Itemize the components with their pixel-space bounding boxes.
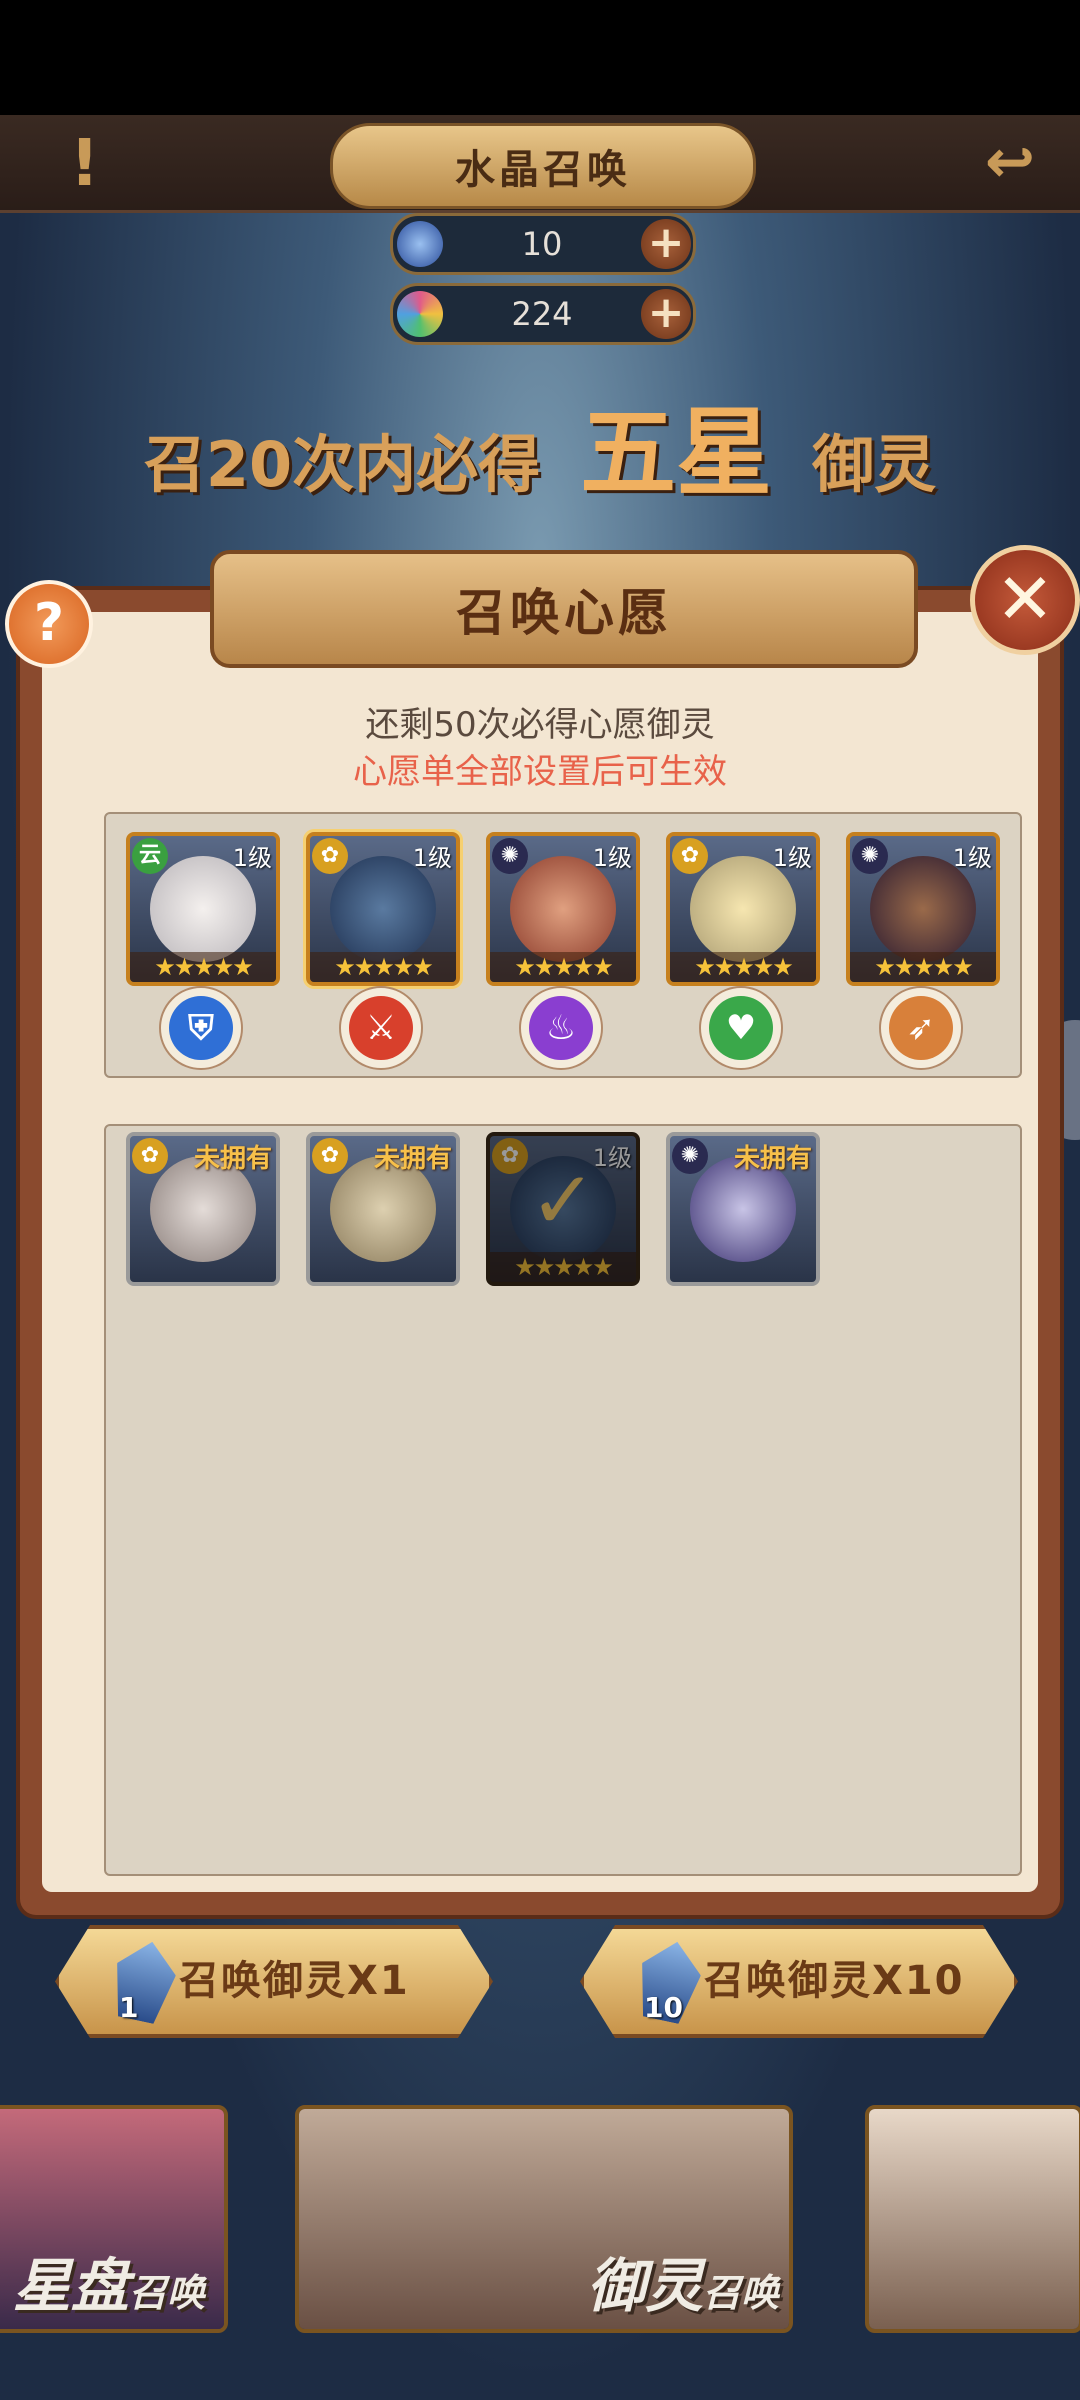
wish-card[interactable]: ✿ 1级 ★★★★★ xyxy=(666,832,820,986)
hint-text: 心愿单全部设置后可生效 xyxy=(353,752,727,792)
pool-card[interactable]: ✿ 未拥有 xyxy=(126,1132,280,1286)
wind-element-icon: 云 xyxy=(132,838,168,874)
star-rating: ★★★★★ xyxy=(850,952,996,982)
currency-rainbow: 224 + xyxy=(390,283,696,345)
star-rating: ★★★★★ xyxy=(310,952,456,982)
bow-class-icon: ➶ xyxy=(879,986,963,1070)
blue-crystal-icon xyxy=(397,221,443,267)
dark-element-icon: ✺ xyxy=(492,838,528,874)
star-rating: ★★★★★ xyxy=(670,952,816,982)
summon-x10-button[interactable]: 10 召唤御灵X10 xyxy=(580,1925,1018,2038)
shield-class-icon: ⛨ xyxy=(159,986,243,1070)
hero-pool: ✿ 未拥有 ✿ 未拥有 ✿ 1级 ✓ ★★★★★ ✺ 未拥有 xyxy=(104,1124,1022,1876)
level-label: 1级 xyxy=(232,844,272,872)
level-label: 1级 xyxy=(412,844,452,872)
class-glyph: ♥ xyxy=(709,996,773,1060)
gold-element-icon: ✿ xyxy=(132,1138,168,1174)
wish-list: 云 1级 ★★★★★ ✿ 1级 ★★★★★ ✺ 1级 ★★★★★ ✿ 1级 ★★… xyxy=(104,812,1022,1078)
cost-count: 10 xyxy=(644,1991,683,2024)
tab-star-summon[interactable]: 星盘召唤 xyxy=(0,2105,228,2333)
title-plate: 水晶召唤 xyxy=(330,123,756,209)
back-arrow-icon[interactable]: ↩ xyxy=(970,125,1050,200)
banner-highlight: 五星 xyxy=(580,397,773,509)
banner-suffix: 御灵 xyxy=(812,428,937,501)
dark-element-icon: ✺ xyxy=(672,1138,708,1174)
wish-card[interactable]: ✿ 1级 ★★★★★ xyxy=(306,832,460,986)
currency-crystal: 10 + xyxy=(390,213,696,275)
summon-x1-button[interactable]: 1 召唤御灵X1 xyxy=(55,1925,493,2038)
pool-card[interactable]: ✿ 1级 ✓ ★★★★★ xyxy=(486,1132,640,1286)
gold-element-icon: ✿ xyxy=(312,1138,348,1174)
level-label: 1级 xyxy=(772,844,812,872)
close-button[interactable]: ✕ xyxy=(970,545,1080,655)
wish-card[interactable]: 云 1级 ★★★★★ xyxy=(126,832,280,986)
wish-card[interactable]: ✺ 1级 ★★★★★ xyxy=(846,832,1000,986)
dialog-title-plate: 召唤心愿 xyxy=(210,550,918,668)
tab-other-summon[interactable] xyxy=(865,2105,1080,2333)
exclamation-icon[interactable]: ! xyxy=(70,127,99,201)
dark-element-icon: ✺ xyxy=(852,838,888,874)
sword-class-icon: ⚔ xyxy=(339,986,423,1070)
class-glyph: ➶ xyxy=(889,996,953,1060)
rainbow-crystal-icon xyxy=(397,291,443,337)
fire-class-icon: ♨ xyxy=(519,986,603,1070)
banner-prefix: 召20次内必得 xyxy=(143,428,541,501)
wish-card[interactable]: ✺ 1级 ★★★★★ xyxy=(486,832,640,986)
level-label: 1级 xyxy=(592,844,632,872)
cost-count: 1 xyxy=(119,1991,139,2024)
gold-element-icon: ✿ xyxy=(312,838,348,874)
currency-value: 224 xyxy=(511,295,573,333)
wish-dialog: 还剩50次必得心愿御灵 心愿单全部设置后可生效 云 1级 ★★★★★ ✿ 1级 … xyxy=(5,545,1080,1915)
status-bar xyxy=(0,0,1080,115)
tab-caption: 星盘召唤 xyxy=(12,2252,206,2320)
heal-class-icon: ♥ xyxy=(699,986,783,1070)
not-owned-tag: 未拥有 xyxy=(373,1144,452,1174)
currency-value: 10 xyxy=(521,225,563,263)
tab-art xyxy=(869,2109,1079,2329)
help-button[interactable]: ? xyxy=(5,580,93,668)
class-glyph: ♨ xyxy=(529,996,593,1060)
tab-hero-summon[interactable]: 御灵召唤 xyxy=(295,2105,793,2333)
dialog-body: 还剩50次必得心愿御灵 心愿单全部设置后可生效 云 1级 ★★★★★ ✿ 1级 … xyxy=(42,612,1038,1892)
add-rainbow-button[interactable]: + xyxy=(641,289,691,339)
tab-caption: 御灵召唤 xyxy=(586,2252,779,2320)
dialog-title: 召唤心愿 xyxy=(456,584,672,642)
not-owned-tag: 未拥有 xyxy=(193,1144,272,1174)
top-bar: ! 水晶召唤 ↩ xyxy=(0,115,1080,213)
summon-label: 召唤御灵X10 xyxy=(704,1958,965,2004)
pool-card[interactable]: ✿ 未拥有 xyxy=(306,1132,460,1286)
guarantee-banner: 召20次内必得 五星 御灵 xyxy=(0,375,1080,514)
level-label: 1级 xyxy=(952,844,992,872)
page-title: 水晶召唤 xyxy=(455,147,631,193)
star-rating: ★★★★★ xyxy=(490,1252,636,1282)
remaining-text: 还剩50次必得心愿御灵 xyxy=(365,705,715,745)
star-rating: ★★★★★ xyxy=(130,952,276,982)
pool-card[interactable]: ✺ 未拥有 xyxy=(666,1132,820,1286)
class-glyph: ⚔ xyxy=(349,996,413,1060)
gold-element-icon: ✿ xyxy=(672,838,708,874)
star-rating: ★★★★★ xyxy=(490,952,636,982)
class-glyph: ⛨ xyxy=(169,996,233,1060)
summon-label: 召唤御灵X1 xyxy=(179,1958,410,2004)
check-icon: ✓ xyxy=(529,1154,597,1247)
not-owned-tag: 未拥有 xyxy=(733,1144,812,1174)
blue-crystal-icon xyxy=(106,1936,181,2027)
add-crystal-button[interactable]: + xyxy=(641,219,691,269)
